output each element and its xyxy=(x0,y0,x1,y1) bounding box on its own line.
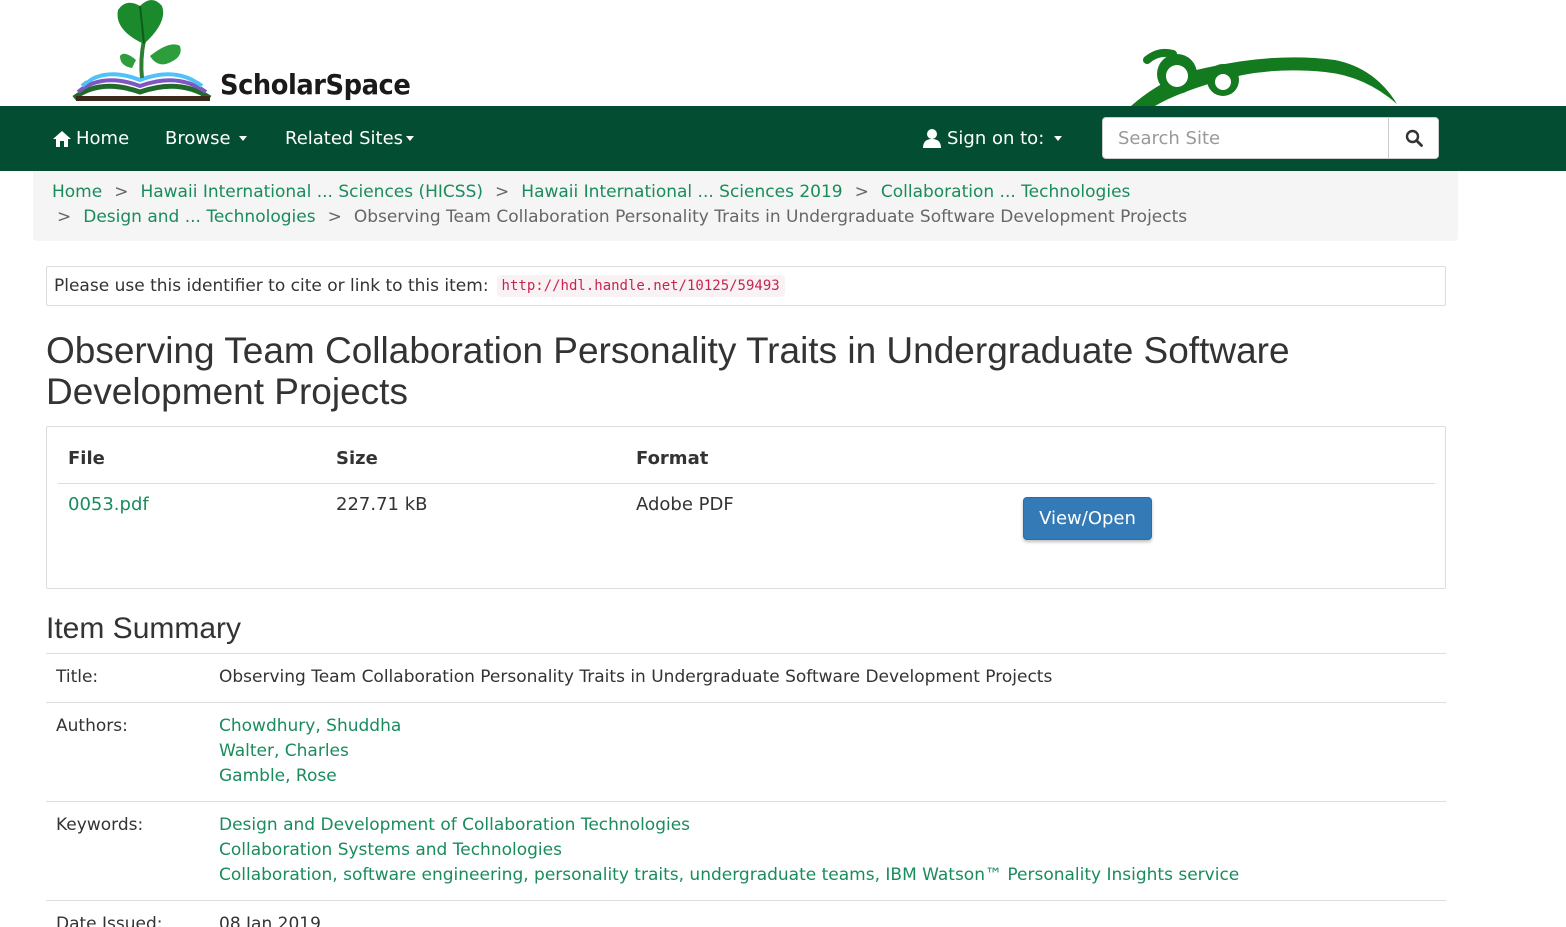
file-link[interactable]: 0053.pdf xyxy=(68,494,149,515)
nav-sign-on-label: Sign on to: xyxy=(947,128,1045,149)
nav-home-label: Home xyxy=(76,128,130,149)
logo-icon[interactable] xyxy=(70,0,215,104)
files-panel: File Size Format 0053.pdf 227.71 kB Adob… xyxy=(46,426,1446,589)
nav-related-sites-label: Related Sites xyxy=(285,128,404,149)
search-button[interactable] xyxy=(1388,118,1438,158)
breadcrumb-separator: > xyxy=(327,207,342,227)
nav-browse-dropdown[interactable]: Browse xyxy=(165,106,247,171)
summary-row-title: Title: Observing Team Collaboration Pers… xyxy=(46,653,1446,702)
nav-related-sites-dropdown[interactable]: Related Sites xyxy=(285,106,415,171)
page-title: Observing Team Collaboration Personality… xyxy=(46,330,1290,412)
keyword-link[interactable]: Collaboration Systems and Technologies xyxy=(219,838,1446,863)
keyword-link[interactable]: Design and Development of Collaboration … xyxy=(219,813,1446,838)
nav-home-link[interactable]: Home xyxy=(52,106,129,171)
summary-label: Authors: xyxy=(56,716,128,736)
keyword-link[interactable]: Collaboration, software engineering, per… xyxy=(219,863,1446,888)
breadcrumb-current: Observing Team Collaboration Personality… xyxy=(353,207,1188,227)
view-open-button[interactable]: View/Open xyxy=(1023,497,1152,540)
breadcrumb-separator: > xyxy=(854,182,869,202)
nav-sign-on-dropdown[interactable]: Sign on to: xyxy=(923,106,1063,171)
caret-down-icon xyxy=(406,136,415,141)
citation-identifier: Please use this identifier to cite or li… xyxy=(46,266,1446,306)
breadcrumb-line-1: Home > Hawaii International ... Sciences (… xyxy=(52,180,1458,205)
column-header-format: Format xyxy=(636,448,709,469)
file-format: Adobe PDF xyxy=(636,494,734,515)
search-form xyxy=(1102,117,1439,159)
item-summary-heading: Item Summary xyxy=(46,612,242,645)
files-table-header: File Size Format xyxy=(58,427,1435,484)
main-navbar: Home Browse Related Sites Sign on to: xyxy=(0,106,1566,171)
caret-down-icon xyxy=(1054,136,1063,141)
column-header-size: Size xyxy=(336,448,378,469)
summary-row-date: Date Issued: 08 Jan 2019 xyxy=(46,900,1446,927)
file-size: 227.71 kB xyxy=(336,494,428,515)
caret-down-icon xyxy=(238,136,247,141)
breadcrumb-link-hicss-2019[interactable]: Hawaii International ... Sciences 2019 xyxy=(521,182,842,202)
item-summary-table: Title: Observing Team Collaboration Pers… xyxy=(46,653,1446,927)
breadcrumb-link-design[interactable]: Design and ... Technologies xyxy=(83,207,315,227)
identifier-label: Please use this identifier to cite or li… xyxy=(54,276,489,296)
author-link[interactable]: Chowdhury, Shuddha xyxy=(219,714,1446,739)
breadcrumb-separator: > xyxy=(495,182,510,202)
author-link[interactable]: Walter, Charles xyxy=(219,739,1446,764)
swirl-decoration-icon xyxy=(1125,46,1405,108)
breadcrumb-separator: > xyxy=(57,207,72,227)
summary-row-authors: Authors: Chowdhury, Shuddha Walter, Char… xyxy=(46,702,1446,801)
search-icon xyxy=(1405,129,1423,147)
breadcrumb-link-hicss[interactable]: Hawaii International ... Sciences (HICSS… xyxy=(140,182,483,202)
breadcrumb-line-2: > Design and ... Technologies > Observing T… xyxy=(52,205,1458,230)
handle-url[interactable]: http://hdl.handle.net/10125/59493 xyxy=(496,275,785,297)
breadcrumb-link-home[interactable]: Home xyxy=(52,182,102,202)
summary-row-keywords: Keywords: Design and Development of Coll… xyxy=(46,801,1446,900)
site-header: ScholarSpace xyxy=(0,0,1566,106)
summary-date-value: 08 Jan 2019 xyxy=(219,914,321,927)
nav-browse-label: Browse xyxy=(165,128,231,149)
home-icon xyxy=(52,130,72,148)
brand-name[interactable]: ScholarSpace xyxy=(220,68,411,101)
breadcrumb: Home > Hawaii International ... Sciences (… xyxy=(33,171,1458,241)
summary-title-value: Observing Team Collaboration Personality… xyxy=(219,667,1053,687)
user-icon xyxy=(923,129,941,148)
column-header-file: File xyxy=(68,448,105,469)
breadcrumb-link-collaboration[interactable]: Collaboration ... Technologies xyxy=(881,182,1131,202)
summary-label: Keywords: xyxy=(56,815,144,835)
breadcrumb-separator: > xyxy=(114,182,129,202)
summary-label: Title: xyxy=(56,667,99,687)
summary-label: Date Issued: xyxy=(56,914,163,927)
author-link[interactable]: Gamble, Rose xyxy=(219,764,1446,789)
search-input[interactable] xyxy=(1103,118,1388,158)
